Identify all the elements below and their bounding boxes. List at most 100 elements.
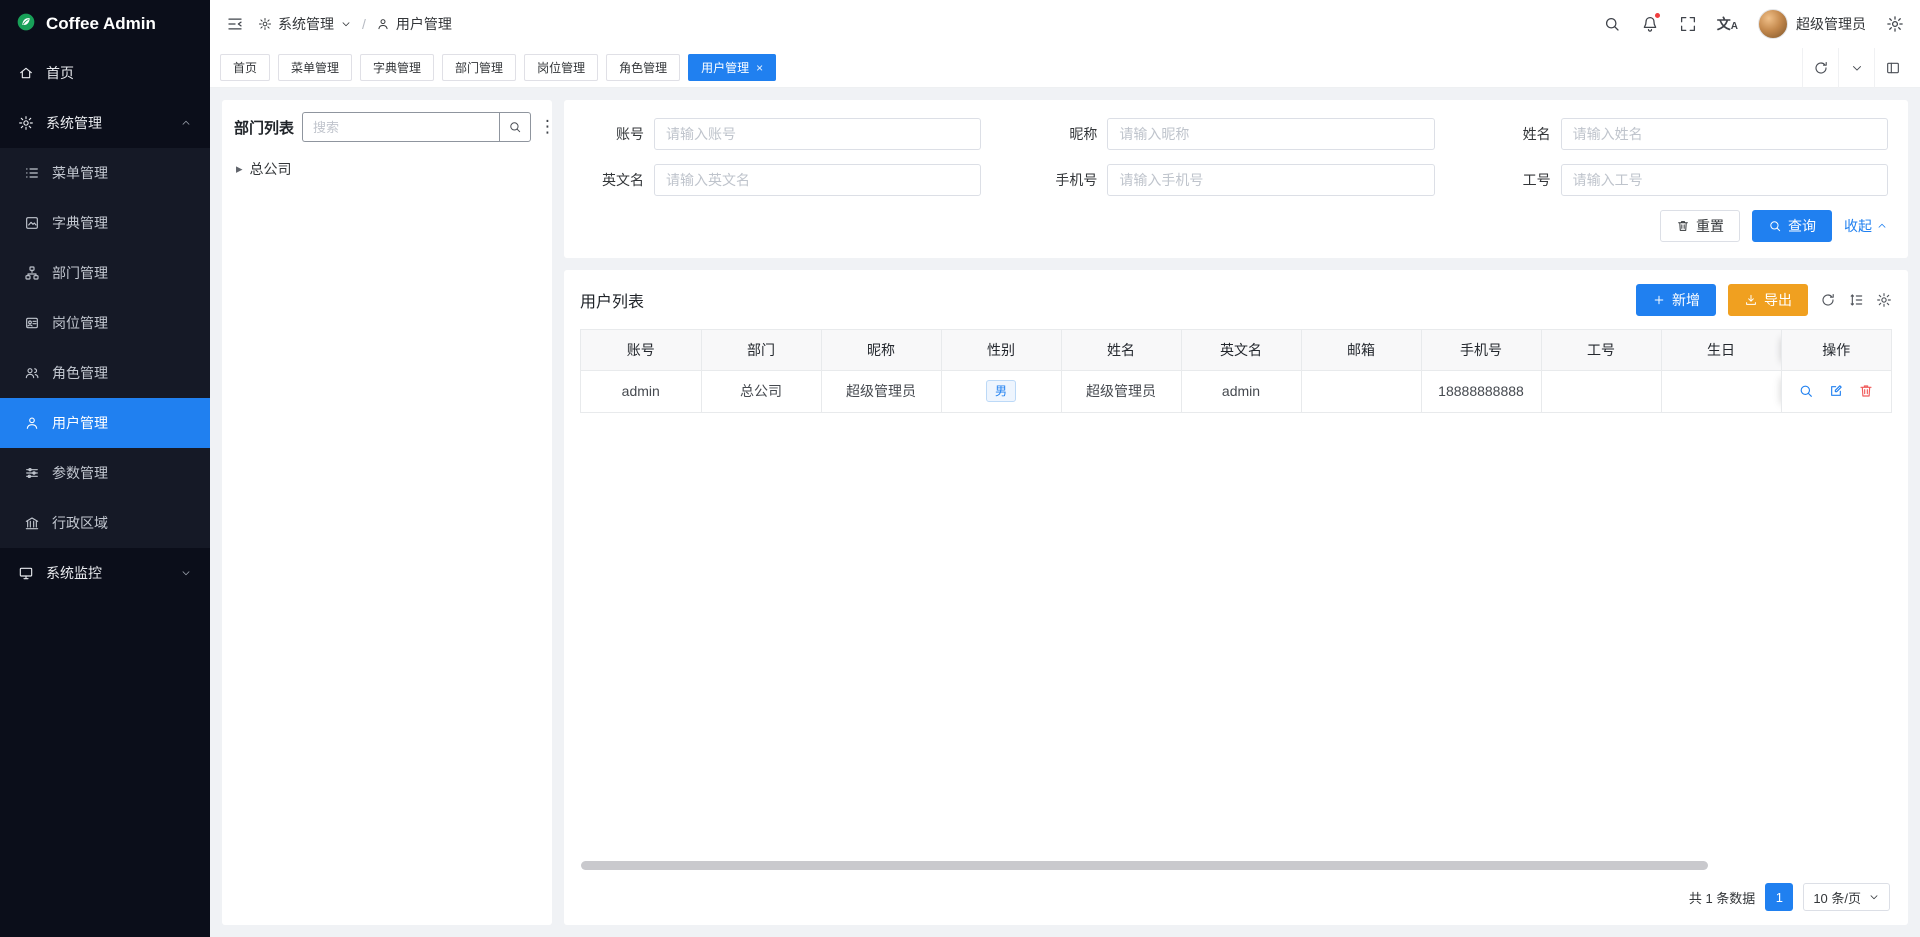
field-phone: 手机号 — [1037, 164, 1434, 196]
phone-input[interactable] — [1107, 164, 1434, 196]
col-department: 部门 — [701, 330, 821, 370]
user-list-title: 用户列表 — [580, 288, 644, 312]
chevron-up-icon — [1876, 220, 1888, 232]
sidebar-item-label: 岗位管理 — [52, 313, 108, 333]
add-user-button[interactable]: 新增 — [1636, 284, 1716, 316]
sidebar-item-label: 角色管理 — [52, 363, 108, 383]
breadcrumb-item-user[interactable]: 用户管理 — [376, 14, 452, 34]
reset-button[interactable]: 重置 — [1660, 210, 1740, 242]
sidebar-item-label: 字典管理 — [52, 213, 108, 233]
tree-node-head-office[interactable]: ▸ 总公司 — [234, 154, 540, 184]
user-list-toolbar: 新增 导出 — [1636, 284, 1892, 316]
department-search-button[interactable] — [499, 112, 531, 142]
column-settings-button[interactable] — [1876, 292, 1892, 308]
sidebar-item-menu-management[interactable]: 菜单管理 — [0, 148, 210, 198]
sidebar: Coffee Admin 首页 系统管理 菜单管理 字典管理 — [0, 0, 210, 937]
sidebar-item-label: 菜单管理 — [52, 163, 108, 183]
view-row-button[interactable] — [1798, 383, 1814, 399]
tab-menu-management[interactable]: 菜单管理 — [278, 54, 352, 81]
sidebar-item-role-management[interactable]: 角色管理 — [0, 348, 210, 398]
cell-name: 超级管理员 — [1061, 370, 1181, 412]
tab-post-management[interactable]: 岗位管理 — [524, 54, 598, 81]
horizontal-scrollbar-thumb[interactable] — [581, 861, 1708, 870]
expand-icon — [1679, 15, 1697, 33]
user-list-header: 用户列表 新增 导出 — [580, 284, 1892, 316]
tab-label: 岗位管理 — [537, 59, 585, 76]
sidebar-item-dictionary-management[interactable]: 字典管理 — [0, 198, 210, 248]
sidebar-group-system-management[interactable]: 系统管理 — [0, 98, 210, 148]
cell-english-name: admin — [1181, 370, 1301, 412]
sidebar-item-post-management[interactable]: 岗位管理 — [0, 298, 210, 348]
account-input[interactable] — [654, 118, 981, 150]
table-zone: 账号 部门 昵称 性别 姓名 英文名 邮箱 手机号 工号 — [580, 329, 1892, 915]
query-button[interactable]: 查询 — [1752, 210, 1832, 242]
cell-account: admin — [581, 370, 701, 412]
field-account: 账号 — [584, 118, 981, 150]
edit-row-button[interactable] — [1828, 383, 1844, 399]
row-actions — [1782, 383, 1892, 399]
refresh-table-button[interactable] — [1820, 292, 1836, 308]
tab-home[interactable]: 首页 — [220, 54, 270, 81]
tab-user-management[interactable]: 用户管理 × — [688, 54, 776, 81]
trash-icon — [1858, 383, 1874, 399]
collapse-sidebar-button[interactable] — [226, 15, 244, 33]
user-list-card: 用户列表 新增 导出 — [564, 270, 1908, 925]
content-fullscreen-button[interactable] — [1874, 48, 1910, 88]
page-1-button[interactable]: 1 — [1765, 883, 1793, 911]
chevron-down-icon — [340, 18, 352, 30]
fullscreen-button[interactable] — [1679, 15, 1697, 33]
tab-department-management[interactable]: 部门管理 — [442, 54, 516, 81]
close-icon[interactable]: × — [756, 62, 763, 74]
tab-label: 字典管理 — [373, 59, 421, 76]
user-menu[interactable]: 超级管理员 — [1758, 9, 1866, 39]
nickname-input[interactable] — [1107, 118, 1434, 150]
username-label: 超级管理员 — [1796, 14, 1866, 34]
delete-row-button[interactable] — [1858, 383, 1874, 399]
sidebar-group-system-monitor[interactable]: 系统监控 — [0, 548, 210, 598]
page-size-select[interactable]: 10 条/页 — [1803, 883, 1890, 911]
refresh-tab-button[interactable] — [1802, 48, 1838, 88]
notifications-button[interactable] — [1641, 15, 1659, 33]
refresh-icon — [1813, 60, 1829, 76]
breadcrumb-item-system[interactable]: 系统管理 — [258, 14, 352, 34]
department-tree: ▸ 总公司 — [234, 154, 540, 184]
cell-nickname: 超级管理员 — [821, 370, 941, 412]
sidebar-item-department-management[interactable]: 部门管理 — [0, 248, 210, 298]
name-input[interactable] — [1561, 118, 1888, 150]
global-search-button[interactable] — [1603, 15, 1621, 33]
field-employee-no: 工号 — [1491, 164, 1888, 196]
download-icon — [1744, 293, 1758, 307]
department-more-button[interactable]: ⋮ — [539, 117, 556, 137]
layout-icon — [1885, 60, 1901, 76]
language-switch-button[interactable]: 文A — [1717, 14, 1738, 34]
tab-options-button[interactable] — [1838, 48, 1874, 88]
employee-no-input[interactable] — [1561, 164, 1888, 196]
collapse-filter-button[interactable]: 收起 — [1844, 216, 1888, 236]
edit-icon — [1828, 383, 1844, 399]
tab-dictionary-management[interactable]: 字典管理 — [360, 54, 434, 81]
field-label: 工号 — [1491, 170, 1551, 190]
sidebar-item-home[interactable]: 首页 — [0, 48, 210, 98]
search-icon — [1603, 15, 1621, 33]
home-icon — [18, 65, 34, 81]
caret-right-icon[interactable]: ▸ — [236, 161, 243, 177]
row-height-button[interactable] — [1848, 292, 1864, 308]
department-search-input[interactable] — [302, 112, 499, 142]
filter-actions: 重置 查询 收起 — [584, 210, 1888, 242]
field-label: 账号 — [584, 124, 644, 144]
export-button[interactable]: 导出 — [1728, 284, 1808, 316]
cell-employee-no — [1541, 370, 1661, 412]
sidebar-item-parameter-management[interactable]: 参数管理 — [0, 448, 210, 498]
tab-role-management[interactable]: 角色管理 — [606, 54, 680, 81]
sidebar-item-admin-region[interactable]: 行政区域 — [0, 498, 210, 548]
plus-icon — [1652, 293, 1666, 307]
avatar — [1758, 9, 1788, 39]
sidebar-item-user-management[interactable]: 用户管理 — [0, 398, 210, 448]
department-panel-header: 部门列表 ⋮ — [234, 112, 540, 142]
work-column: 账号 昵称 姓名 英文名 — [564, 100, 1908, 925]
english-name-input[interactable] — [654, 164, 981, 196]
app-root: Coffee Admin 首页 系统管理 菜单管理 字典管理 — [0, 0, 1920, 937]
cell-department: 总公司 — [701, 370, 821, 412]
settings-button[interactable] — [1886, 15, 1904, 33]
field-label: 英文名 — [584, 170, 644, 190]
